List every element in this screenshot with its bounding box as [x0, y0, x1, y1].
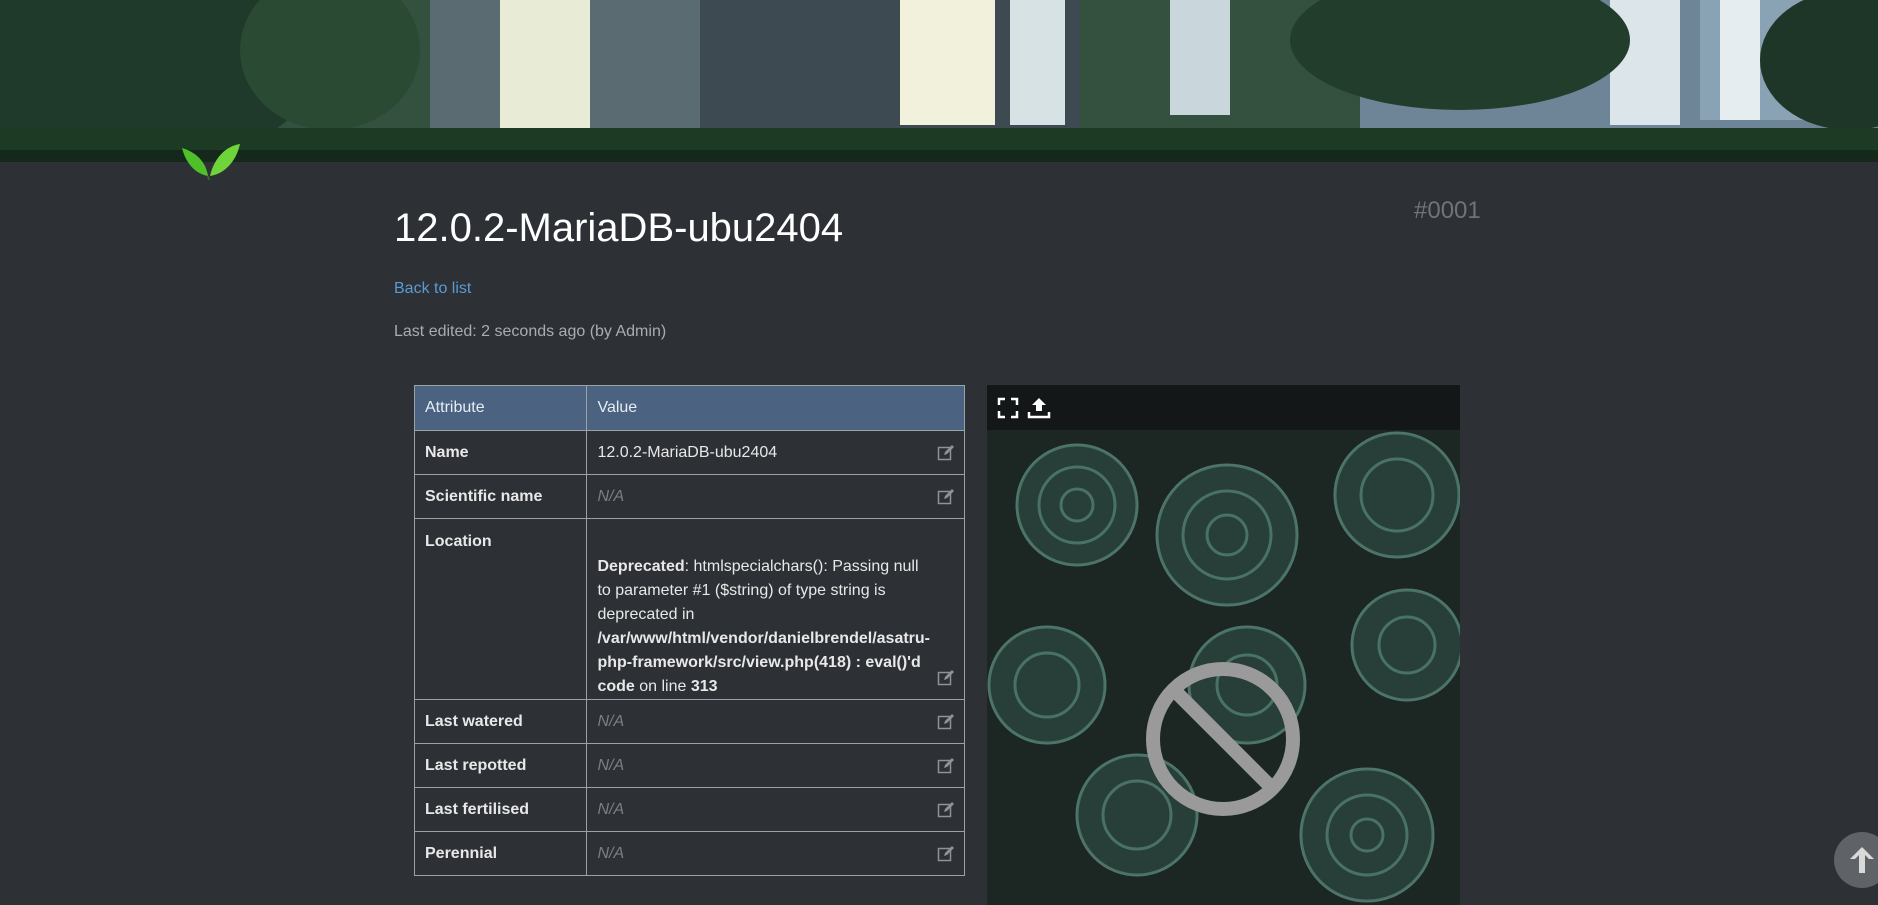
- table-row-last-repotted: Last repotted N/A: [413, 743, 965, 788]
- table-row-scientific-name: Scientific name N/A: [413, 474, 965, 519]
- attribute-value: N/A: [586, 474, 965, 519]
- upload-icon[interactable]: [1027, 396, 1051, 420]
- expand-icon[interactable]: [996, 396, 1020, 420]
- table-row-location: Location Deprecated: htmlspecialchars():…: [413, 518, 965, 700]
- succulent-photo: [987, 385, 1460, 905]
- last-watered-value: N/A: [597, 712, 625, 730]
- edit-icon[interactable]: [937, 669, 955, 687]
- attribute-label: Name: [413, 430, 588, 475]
- table-row-last-fertilised: Last fertilised N/A: [413, 787, 965, 832]
- scientific-name-value: N/A: [597, 487, 625, 505]
- perennial-value: N/A: [597, 844, 625, 862]
- edit-icon[interactable]: [937, 757, 955, 775]
- attribute-value: N/A: [586, 787, 965, 832]
- last-edited-text: Last edited: 2 seconds ago (by Admin): [394, 323, 667, 340]
- attribute-label: Scientific name: [413, 474, 588, 519]
- attribute-value: Deprecated: htmlspecialchars(): Passing …: [586, 518, 965, 700]
- edit-icon[interactable]: [937, 444, 955, 462]
- attribute-label: Location: [413, 518, 588, 700]
- deprecation-warning: Deprecated: htmlspecialchars(): Passing …: [597, 558, 930, 695]
- last-repotted-value: N/A: [597, 756, 625, 774]
- table-row-last-watered: Last watered N/A: [413, 699, 965, 744]
- plant-photo-panel: [987, 385, 1460, 905]
- warning-line-number: 313: [690, 678, 718, 695]
- edit-icon[interactable]: [937, 713, 955, 731]
- scroll-to-top-button[interactable]: [1834, 832, 1878, 888]
- value-column-header: Value: [586, 385, 965, 431]
- photo-toolbar: [987, 385, 1460, 430]
- edit-icon[interactable]: [937, 801, 955, 819]
- last-fertilised-value: N/A: [597, 800, 625, 818]
- attribute-label: Last repotted: [413, 743, 588, 788]
- attribute-label: Last fertilised: [413, 787, 588, 832]
- attribute-label: Last watered: [413, 699, 588, 744]
- table-header-row: Attribute Value: [413, 385, 965, 431]
- edit-icon[interactable]: [937, 488, 955, 506]
- table-row-name: Name 12.0.2-MariaDB-ubu2404: [413, 430, 965, 475]
- attribute-label: Perennial: [413, 831, 588, 876]
- arrow-up-icon: [1850, 847, 1874, 873]
- header-banner: [0, 0, 1878, 162]
- plant-id-label: #0001: [1414, 197, 1481, 224]
- page-title: 12.0.2-MariaDB-ubu2404: [394, 206, 844, 250]
- table-row-perennial: Perennial N/A: [413, 831, 965, 876]
- waterfall-illustration: [0, 0, 1878, 162]
- no-photo-icon: [1146, 662, 1300, 816]
- attribute-value: N/A: [586, 831, 965, 876]
- attribute-value: N/A: [586, 743, 965, 788]
- attribute-value: N/A: [586, 699, 965, 744]
- back-to-list-link[interactable]: Back to list: [394, 280, 471, 298]
- attribute-value: 12.0.2-MariaDB-ubu2404: [586, 430, 965, 475]
- edit-icon[interactable]: [937, 845, 955, 863]
- warning-prefix: Deprecated: [597, 558, 685, 575]
- attributes-table: Attribute Value Name 12.0.2-MariaDB-ubu2…: [413, 385, 965, 876]
- warning-on-line: on line: [634, 678, 691, 695]
- attribute-column-header: Attribute: [413, 385, 588, 431]
- name-value: 12.0.2-MariaDB-ubu2404: [597, 443, 778, 461]
- leaf-logo-icon[interactable]: [178, 132, 242, 180]
